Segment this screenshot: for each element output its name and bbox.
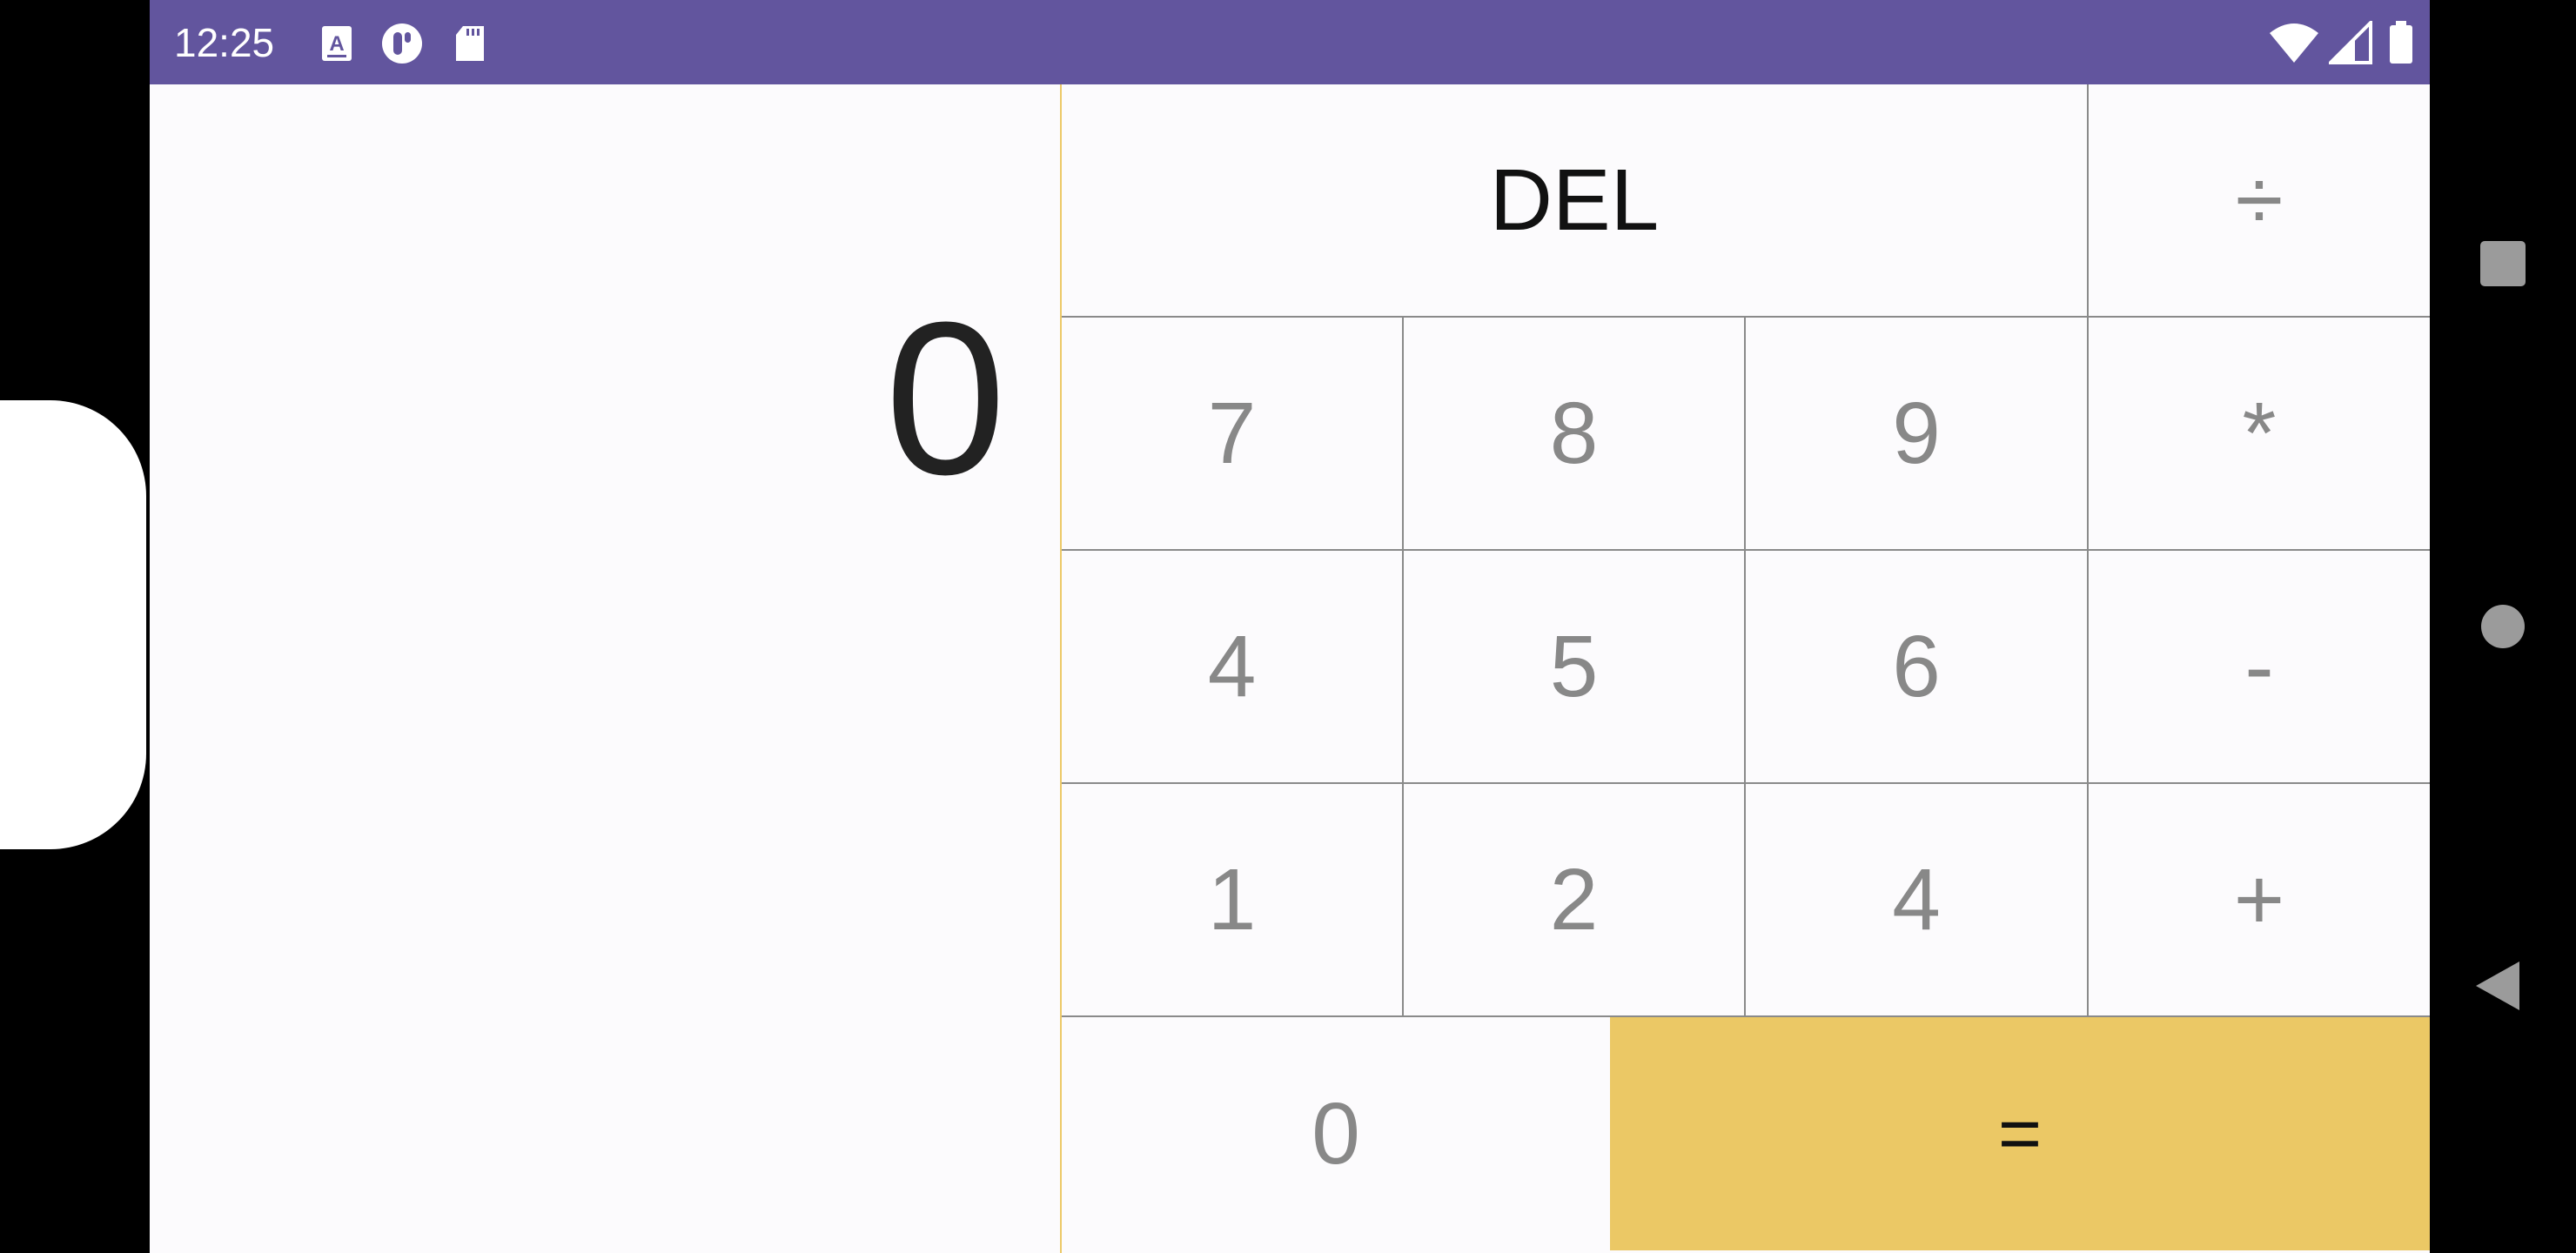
del-button[interactable]: DEL — [1062, 84, 2089, 318]
back-triangle-icon[interactable] — [2476, 962, 2519, 1010]
display-value: 0 — [884, 277, 1006, 519]
keypad: DEL ÷ 7 8 9 * 4 5 6 - 1 2 4 + 0 = — [1062, 84, 2430, 1253]
digit-1-button[interactable]: 1 — [1062, 784, 1404, 1017]
digit-6-button[interactable]: 6 — [1746, 551, 2089, 784]
digit-2-button[interactable]: 2 — [1404, 784, 1746, 1017]
home-circle-icon[interactable] — [2481, 605, 2525, 648]
recents-square-icon[interactable] — [2480, 241, 2526, 286]
digit-0-button[interactable]: 0 — [1062, 1017, 1610, 1250]
keyboard-a-icon: A — [322, 26, 352, 61]
divide-button[interactable]: ÷ — [2089, 84, 2430, 318]
digit-7-button[interactable]: 7 — [1062, 318, 1404, 551]
battery-icon — [2390, 21, 2412, 64]
plus-button[interactable]: + — [2089, 784, 2430, 1017]
minus-button[interactable]: - — [2089, 551, 2430, 784]
app-screen: 12:25 A 0 DEL ÷ 7 8 9 * 4 5 6 - 1 2 4 + … — [150, 0, 2430, 1253]
sd-card-icon — [456, 26, 484, 61]
wifi-icon — [2270, 23, 2318, 63]
app-notification-icon — [382, 23, 422, 64]
status-bar: 12:25 A — [150, 0, 2430, 84]
status-time: 12:25 — [174, 20, 275, 65]
equals-button[interactable]: = — [1610, 1017, 2430, 1250]
svg-text:A: A — [329, 32, 344, 56]
digit-9-button[interactable]: 9 — [1746, 318, 2089, 551]
digit-4-button[interactable]: 4 — [1062, 551, 1404, 784]
digit-5-button[interactable]: 5 — [1404, 551, 1746, 784]
digit-8-button[interactable]: 8 — [1404, 318, 1746, 551]
device-notch — [0, 400, 146, 849]
digit-4b-button[interactable]: 4 — [1746, 784, 2089, 1017]
multiply-button[interactable]: * — [2089, 318, 2430, 551]
cell-signal-icon — [2329, 21, 2372, 64]
result-display: 0 — [150, 84, 1062, 1253]
